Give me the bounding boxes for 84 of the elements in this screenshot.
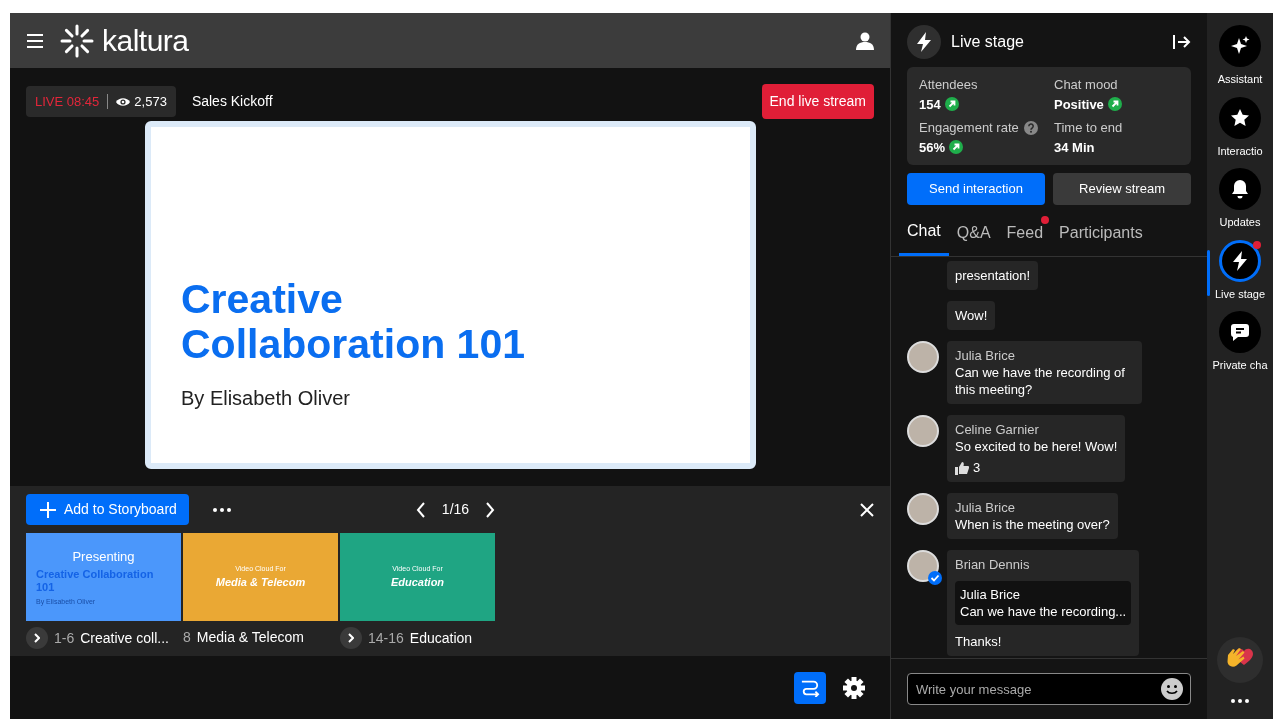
chevron-right-icon (348, 633, 354, 643)
stat-value: 56% (919, 138, 946, 157)
avatar (907, 493, 939, 525)
end-stream-button[interactable]: End live stream (761, 84, 874, 119)
message-author: Celine Garnier (955, 421, 1040, 438)
expand-button[interactable] (340, 627, 362, 649)
rail-item[interactable]: Assistant (1207, 25, 1273, 88)
thumbnail-title: Media & Telecom (214, 575, 307, 590)
chapter-title: Education (409, 628, 473, 648)
bolt-icon (907, 25, 941, 59)
stat-label: Chat mood (1054, 76, 1118, 94)
bolt-icon (1230, 250, 1250, 271)
quoted-author: Julia Brice (960, 586, 1021, 603)
sparkles-icon (1230, 36, 1250, 56)
previous-button[interactable] (415, 501, 426, 518)
stat-label: Engagement rate (919, 119, 1019, 137)
message-text: Wow! (955, 307, 988, 324)
bell-icon (1230, 179, 1250, 199)
page-indicator: 1/16 (441, 500, 470, 519)
message-author: Brian Dennis (955, 556, 1031, 573)
chapter-range: 1-6 (54, 628, 75, 648)
rail-item[interactable]: Live stage (1207, 239, 1273, 302)
reactions-button[interactable] (1217, 637, 1263, 683)
message-author: Julia Brice (955, 347, 1016, 364)
chapter-title: Creative coll... (80, 628, 169, 648)
message-author: Julia Brice (955, 499, 1016, 516)
gear-icon (843, 676, 865, 699)
thumbs-up-icon (955, 460, 969, 475)
menu-button[interactable] (26, 33, 44, 48)
stat-value: Positive (1054, 95, 1104, 114)
collapse-panel-button[interactable] (1173, 34, 1191, 50)
add-to-storyboard-button[interactable]: Add to Storyboard (26, 494, 189, 525)
stat-label: Time to end (1054, 119, 1123, 137)
live-timer: LIVE 08:45 (35, 92, 100, 111)
more-button[interactable] (212, 507, 231, 512)
thumbnail-title: Education (389, 575, 446, 590)
message-text: So excited to be here! Wow! (955, 438, 1118, 455)
logo-icon (60, 23, 94, 58)
chevron-right-icon (34, 633, 40, 643)
plus-icon (40, 501, 56, 518)
send-interaction-button[interactable]: Send interaction (907, 173, 1045, 205)
emoji-icon[interactable] (1161, 678, 1183, 700)
rail-item[interactable]: Private cha (1207, 311, 1273, 374)
message-text: When is the meeting over? (955, 516, 1110, 533)
close-button[interactable] (860, 502, 874, 517)
viewer-count: 2,573 (134, 92, 167, 111)
stat-label: Attendees (919, 76, 978, 94)
chapter-range: 14-16 (368, 628, 404, 648)
expand-button[interactable] (26, 627, 48, 649)
user-button[interactable] (856, 31, 874, 50)
route-button[interactable] (794, 671, 826, 704)
avatar (907, 341, 939, 373)
chapter-title: Media & Telecom (196, 628, 304, 647)
panel-tab[interactable]: Chat (899, 211, 949, 256)
like-count: 3 (973, 459, 981, 476)
thumbnail-title: Creative Collaboration 101 (36, 568, 155, 594)
rail-item[interactable]: Updates (1207, 168, 1273, 231)
eye-icon (116, 96, 131, 107)
stream-title: Sales Kickoff (191, 92, 273, 111)
avatar (907, 415, 939, 447)
message-text: presentation! (955, 267, 1031, 284)
stat-value: 34 Min (1054, 138, 1095, 157)
panel-tab[interactable]: Participants (1051, 211, 1151, 256)
quoted-text: Can we have the recording... (960, 603, 1127, 620)
star-icon (1230, 107, 1250, 128)
slide-subtitle: By Elisabeth Oliver (181, 386, 351, 411)
stat-value: 154 (919, 95, 941, 114)
more-options-button[interactable] (1231, 699, 1249, 703)
rail-item[interactable]: Interactio (1207, 96, 1273, 159)
chapter-range: 8 (183, 628, 191, 647)
next-button[interactable] (485, 501, 496, 518)
panel-tab[interactable]: Feed (998, 211, 1052, 256)
review-stream-button[interactable]: Review stream (1053, 173, 1191, 205)
slide-title: Creative Collaboration 101 (181, 277, 526, 367)
panel-title: Live stage (951, 32, 1025, 52)
logo-text: kaltura (102, 23, 189, 59)
message-text: Thanks! (955, 633, 1003, 650)
message-text: Can we have the recording of this meeting? (955, 364, 1126, 398)
message-input[interactable]: Write your message (907, 673, 1191, 705)
route-icon (799, 678, 821, 697)
panel-tab[interactable]: Q&A (948, 211, 999, 256)
notification-dot (1041, 216, 1050, 224)
chat-bubble-icon (1230, 322, 1250, 342)
presenting-label: Presenting (71, 547, 136, 566)
